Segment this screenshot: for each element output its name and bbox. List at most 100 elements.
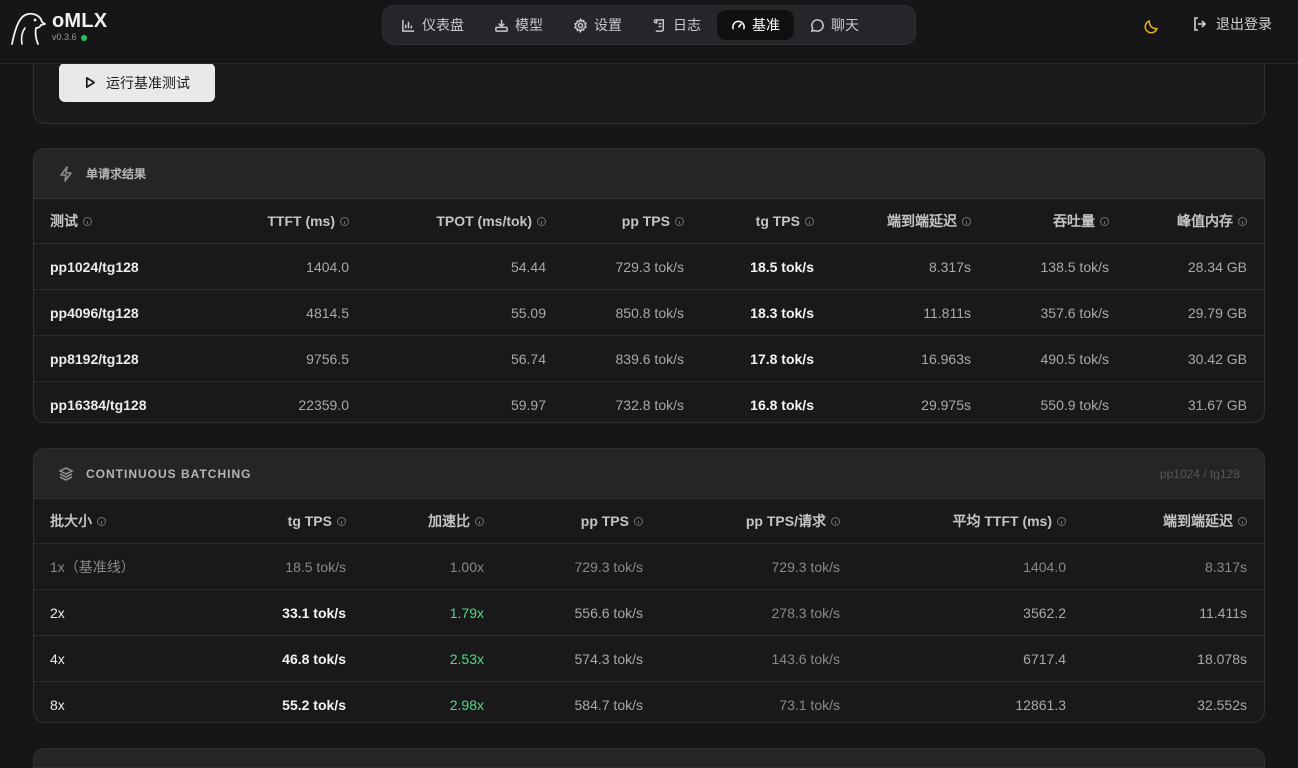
table-cell: 16.8 tok/s xyxy=(750,396,814,413)
info-icon[interactable] xyxy=(831,516,840,526)
column-header-label: 端到端延迟 xyxy=(1163,513,1233,529)
table-header-row: 批大小 tg TPS 加速比 pp TPS pp TPS/请求 平均 TTFT (ms) 端… xyxy=(34,499,1264,544)
table-cell: 17.8 tok/s xyxy=(750,350,814,367)
card-title: 单请求结果 xyxy=(86,167,147,181)
info-icon[interactable] xyxy=(340,216,349,226)
lightning-icon xyxy=(60,165,72,182)
info-icon[interactable] xyxy=(83,216,92,226)
column-header[interactable]: 吞吐量 xyxy=(984,199,1109,243)
column-header[interactable]: 加速比 xyxy=(364,499,484,543)
table-cell: 1x（基准线） xyxy=(50,558,135,575)
table-cell: 18.5 tok/s xyxy=(285,558,346,575)
table-cell: 32.552s xyxy=(1197,696,1247,713)
gauge-icon xyxy=(732,20,745,30)
table-cell: 4814.5 xyxy=(306,304,349,321)
column-header[interactable]: pp TPS xyxy=(554,199,684,243)
column-header-label: tg TPS xyxy=(287,513,332,529)
info-icon[interactable] xyxy=(805,216,814,226)
info-icon[interactable] xyxy=(1238,216,1247,226)
column-header[interactable]: pp TPS/请求 xyxy=(674,499,840,543)
column-header-label: 批大小 xyxy=(50,513,92,529)
single-results-table: 测试 TTFT (ms) TPOT (ms/tok) pp TPS tg TPS 端到端延… xyxy=(34,199,1264,422)
column-header-label: 测试 xyxy=(50,213,78,229)
table-cell: 278.3 tok/s xyxy=(771,604,841,621)
single-request-results-card: 单请求结果 测试 TTFT (ms) TPOT (ms/tok) pp TPS tg T… xyxy=(33,148,1265,423)
info-icon[interactable] xyxy=(337,516,346,526)
table-cell: 18.3 tok/s xyxy=(750,304,814,321)
table-cell: 11.411s xyxy=(1199,604,1247,621)
table-cell: 8.317s xyxy=(928,258,971,275)
table-cell: 3562.2 xyxy=(1023,604,1066,621)
main-nav: 仪表盘 模型 设置 日志 基准 聊天 xyxy=(382,5,916,45)
run-benchmark-button[interactable]: 运行基准测试 xyxy=(59,63,215,102)
nav-label: 模型 xyxy=(515,17,543,33)
table-cell: 33.1 tok/s xyxy=(282,604,346,621)
card-title: CONTINUOUS BATCHING xyxy=(86,466,252,481)
table-cell: 8.317s xyxy=(1204,558,1247,575)
table-cell: 30.42 GB xyxy=(1187,350,1247,367)
column-header[interactable]: pp TPS xyxy=(504,499,643,543)
info-icon[interactable] xyxy=(675,216,684,226)
table-cell: 2.53x xyxy=(449,650,484,667)
table-cell: 2.98x xyxy=(449,696,484,713)
nav-logs[interactable]: 日志 xyxy=(638,10,715,40)
table-cell: 12861.3 xyxy=(1015,696,1066,713)
column-header[interactable]: 平均 TTFT (ms) xyxy=(874,499,1066,543)
info-icon[interactable] xyxy=(537,216,546,226)
table-cell: 18.078s xyxy=(1197,650,1247,667)
info-icon[interactable] xyxy=(475,516,484,526)
table-cell: 22359.0 xyxy=(298,396,349,413)
table-cell: 11.811s xyxy=(923,304,971,321)
info-icon[interactable] xyxy=(97,516,106,526)
column-header[interactable]: TPOT (ms/tok) xyxy=(364,199,546,243)
table-cell: 1.00x xyxy=(449,558,484,575)
logout-button[interactable]: 退出登录 xyxy=(1192,14,1272,34)
info-icon[interactable] xyxy=(1057,516,1066,526)
top-bar: oMLX v0.3.6 仪表盘 模型 设置 日志 基准 聊天 退出登录 xyxy=(0,0,1298,64)
info-icon[interactable] xyxy=(1238,516,1247,526)
table-cell: 729.3 tok/s xyxy=(574,558,644,575)
table-cell: 574.3 tok/s xyxy=(574,650,644,667)
nav-settings[interactable]: 设置 xyxy=(559,10,636,40)
brand-name: oMLX xyxy=(52,10,108,32)
column-header-label: 加速比 xyxy=(428,513,470,529)
table-row: pp1024/tg128 1404.0 54.44 729.3 tok/s 18.5 t… xyxy=(34,244,1264,290)
table-cell: 31.67 GB xyxy=(1187,396,1247,413)
info-icon[interactable] xyxy=(962,216,971,226)
chart-icon xyxy=(402,19,415,32)
table-row: 1x（基准线） 18.5 tok/s 1.00x 729.3 tok/s 729.3 t… xyxy=(34,544,1264,590)
column-header[interactable]: TTFT (ms) xyxy=(184,199,349,243)
column-header-label: 平均 TTFT (ms) xyxy=(952,513,1052,529)
table-row: 2x 33.1 tok/s 1.79x 556.6 tok/s 278.3 tok/s 3… xyxy=(34,590,1264,636)
version-label: v0.3.6 xyxy=(52,32,77,42)
table-cell: 143.6 tok/s xyxy=(771,650,841,667)
column-header[interactable]: 端到端延迟 xyxy=(1084,499,1247,543)
info-icon[interactable] xyxy=(1100,216,1109,226)
table-cell: 556.6 tok/s xyxy=(574,604,644,621)
info-icon[interactable] xyxy=(634,516,643,526)
moon-icon[interactable] xyxy=(1142,16,1162,36)
column-header[interactable]: tg TPS xyxy=(204,499,346,543)
batching-results-table: 批大小 tg TPS 加速比 pp TPS pp TPS/请求 平均 TTFT (ms) 端… xyxy=(34,499,1264,722)
column-header-label: pp TPS/请求 xyxy=(745,513,826,529)
next-card-stub xyxy=(33,748,1265,768)
column-header[interactable]: 端到端延迟 xyxy=(824,199,971,243)
nav-benchmark[interactable]: 基准 xyxy=(717,10,794,40)
nav-models[interactable]: 模型 xyxy=(480,10,557,40)
table-cell: 732.8 tok/s xyxy=(615,396,685,413)
table-cell: 1.79x xyxy=(449,604,484,621)
run-benchmark-label: 运行基准测试 xyxy=(106,74,190,91)
logo[interactable]: oMLX v0.3.6 xyxy=(8,10,107,46)
column-header[interactable]: 批大小 xyxy=(50,499,210,543)
column-header[interactable]: tg TPS xyxy=(694,199,814,243)
nav-label: 基准 xyxy=(752,17,780,33)
table-cell: 584.7 tok/s xyxy=(574,696,644,713)
column-header[interactable]: 峰值内存 xyxy=(1124,199,1247,243)
continuous-batching-card: CONTINUOUS BATCHING pp1024 / tg128 批大小 tg… xyxy=(33,448,1265,723)
table-cell: 490.5 tok/s xyxy=(1040,350,1110,367)
nav-chat[interactable]: 聊天 xyxy=(796,10,873,40)
table-cell: 59.97 xyxy=(510,396,546,413)
column-header-label: pp TPS xyxy=(621,213,670,229)
nav-dashboard[interactable]: 仪表盘 xyxy=(387,10,478,40)
table-cell: 6717.4 xyxy=(1023,650,1066,667)
